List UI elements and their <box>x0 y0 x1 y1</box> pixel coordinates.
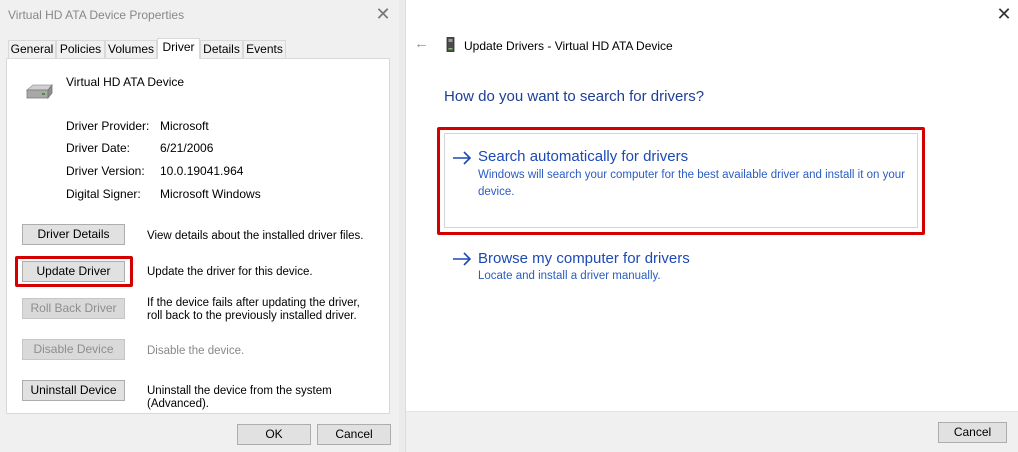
uninstall-device-desc: Uninstall the device from the system (Ad… <box>147 385 332 410</box>
close-icon[interactable]: ✕ <box>996 4 1012 24</box>
device-name: Virtual HD ATA Device <box>66 75 185 89</box>
digital-signer-value: Microsoft Windows <box>160 187 261 201</box>
tab-policies[interactable]: Policies <box>56 40 105 58</box>
wizard-heading: How do you want to search for drivers? <box>444 88 705 105</box>
tab-general[interactable]: General <box>8 40 56 58</box>
driver-provider-label: Driver Provider: <box>66 119 150 133</box>
device-properties-dialog: Virtual HD ATA Device Properties ✕ Gener… <box>0 0 399 452</box>
back-arrow-icon[interactable]: ← <box>414 35 429 52</box>
update-drivers-wizard: ✕ ← Update Drivers - Virtual HD ATA Devi… <box>405 0 1018 452</box>
update-driver-desc: Update the driver for this device. <box>147 266 313 278</box>
tab-details[interactable]: Details <box>200 40 243 58</box>
driver-date-label: Driver Date: <box>66 141 131 155</box>
arrow-right-icon <box>453 252 472 266</box>
tab-events[interactable]: Events <box>243 40 286 58</box>
cancel-button[interactable]: Cancel <box>317 424 391 445</box>
highlight-update-driver <box>15 256 133 287</box>
dialog-title: Virtual HD ATA Device Properties <box>8 8 185 22</box>
wizard-footer: Cancel <box>406 411 1018 452</box>
uninstall-device-button[interactable]: Uninstall Device <box>22 380 125 401</box>
hard-drive-icon <box>25 84 53 100</box>
roll-back-driver-desc: If the device fails after updating the d… <box>147 297 360 322</box>
driver-provider-value: Microsoft <box>160 119 209 133</box>
device-icon <box>446 37 455 52</box>
roll-back-driver-button[interactable]: Roll Back Driver <box>22 298 125 319</box>
disable-device-button[interactable]: Disable Device <box>22 339 125 360</box>
driver-date-value: 6/21/2006 <box>160 141 214 155</box>
wizard-title: Update Drivers - Virtual HD ATA Device <box>464 39 673 53</box>
driver-tab-panel: Virtual HD ATA Device Driver Provider: M… <box>6 58 390 414</box>
disable-device-desc: Disable the device. <box>147 345 245 357</box>
browse-computer-title[interactable]: Browse my computer for drivers <box>478 250 690 267</box>
driver-version-value: 10.0.19041.964 <box>160 164 244 178</box>
ok-button[interactable]: OK <box>237 424 311 445</box>
driver-details-desc: View details about the installed driver … <box>147 230 364 242</box>
cancel-button[interactable]: Cancel <box>938 422 1007 443</box>
driver-version-label: Driver Version: <box>66 164 145 178</box>
digital-signer-label: Digital Signer: <box>66 187 141 201</box>
close-icon[interactable]: ✕ <box>374 4 392 24</box>
browse-computer-desc: Locate and install a driver manually. <box>478 270 661 282</box>
tab-driver[interactable]: Driver <box>157 38 200 59</box>
tab-volumes[interactable]: Volumes <box>105 40 157 58</box>
driver-details-button[interactable]: Driver Details <box>22 224 125 245</box>
highlight-search-automatically <box>437 127 925 235</box>
